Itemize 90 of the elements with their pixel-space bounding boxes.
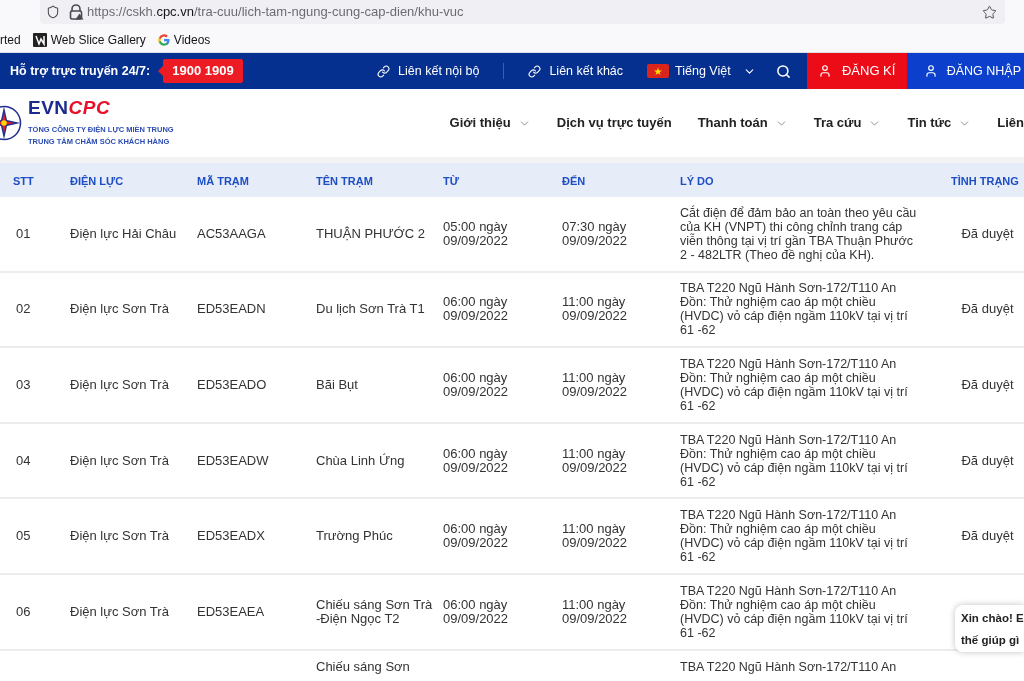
column-header: LÝ DO (680, 175, 714, 187)
table-cell-text: 06 (15, 604, 32, 619)
chat-bubble[interactable]: Xin chào! E thế giúp gì (955, 605, 1024, 652)
table-cell-text: 11:00 ngày 09/09/2022 (562, 597, 629, 626)
web-slice-icon (32, 32, 47, 47)
table-cell-text: TBA T220 Ngũ Hành Sơn-172/T110 An Đồn: Thử nghiệm cao áp một chiều (HVDC) vỏ cáp điện ngầm 110kV tại vị trí 61 -62 (680, 508, 909, 565)
table-cell-text: TBA T220 Ngũ Hành Sơn-172/T110 An Đồn: Thử nghiệm cao áp một chiều (HVDC) vỏ cáp điện ngầm 110kV tại vị trí 61 -62 (680, 357, 909, 413)
lock-warning-icon (69, 4, 84, 20)
table-cell-text: 06:00 ngày 09/09/2022 (443, 446, 510, 475)
table-cell-text: Điện lực Sơn Trà (70, 302, 170, 317)
table-cell-text: 01 (15, 226, 32, 241)
table-cell-text: Điện lực Sơn Trà (70, 529, 170, 544)
table-cell-text: Bãi Bụt (316, 378, 359, 392)
table-cell-text: 05 (15, 529, 32, 544)
table-cell: Đã duyệt (961, 453, 1014, 468)
table-cell-text: ED53EADW (197, 453, 270, 468)
support-label: Hỗ trợ trực truyến 24/7: (10, 62, 151, 80)
column-header: MÃ TRẠM (197, 175, 249, 187)
table-cell-text: 06:00 ngày 09/09/2022 (443, 371, 510, 399)
table-cell-text: TBA T220 Ngũ Hành Sơn-172/T110 An (680, 659, 898, 674)
table-cell-text: Điện lực Sơn Trà (70, 604, 170, 619)
top-link[interactable]: Liên kết nội bộ (377, 61, 480, 81)
table-cell-text: 05:00 ngày 09/09/2022 (443, 219, 510, 248)
table-cell-text: Điện lực Sơn Trà (70, 378, 170, 392)
user-icon (923, 64, 938, 78)
logo-icon (0, 105, 22, 141)
table-cell-text: 11:00 ngày 09/09/2022 (562, 446, 629, 475)
table-cell-text: AC53AAGA (197, 226, 267, 241)
table-cell-text: 03 (15, 378, 32, 392)
column-header: TỪ (443, 175, 459, 187)
shield-icon[interactable] (46, 5, 60, 19)
bookmark-star-icon[interactable] (982, 4, 997, 20)
table-cell-text: 06:00 ngày 09/09/2022 (443, 522, 510, 551)
bookmark-link[interactable]: rted (0, 30, 21, 49)
address-bar[interactable]: https://cskh.cpc.vn/tra-cuu/lich-tam-ngung-cung-cap-dien/khu-vuc (40, 0, 1005, 24)
search-icon[interactable] (775, 63, 791, 79)
nav-item[interactable]: Giới thiệu (449, 113, 531, 133)
top-link[interactable]: Liên kết khác (528, 61, 624, 81)
column-header: TÌNH TRẠNG (951, 175, 1019, 187)
table-cell-text: 02 (15, 302, 32, 317)
register-button[interactable]: ĐĂNG KÍ (806, 53, 907, 89)
column-header: ĐẾN (562, 175, 586, 187)
brand-name[interactable]: EVNCPC (28, 98, 174, 118)
table-cell: Đã duyệt (961, 226, 1014, 241)
table-cell-text: 04 (15, 453, 32, 468)
flag-icon (647, 64, 670, 78)
badge-pointer-icon (158, 66, 164, 76)
column-header: ĐIỆN LỰC (70, 175, 124, 187)
nav-item[interactable]: Liên (997, 113, 1024, 133)
table-cell-text: 11:00 ngày 09/09/2022 (562, 295, 629, 324)
table-cell-text: 11:00 ngày 09/09/2022 (562, 371, 629, 399)
user-icon (817, 64, 832, 78)
table-cell-text: THUẬN PHƯỚC 2 (316, 226, 426, 241)
table-cell-text: ED53EADX (197, 529, 266, 544)
table-cell: Đã duyệt (961, 378, 1014, 392)
table-cell-text: Chùa Linh Ứng (316, 453, 406, 468)
link-icon (528, 64, 542, 78)
table-cell-text: Điện lực Hải Châu (70, 226, 178, 241)
nav-item[interactable]: Tra cứu (813, 113, 882, 133)
table-cell-text: TBA T220 Ngũ Hành Sơn-172/T110 An Đồn: Thử nghiệm cao áp một chiều (HVDC) vỏ cáp điện ngầm 110kV tại vị trí 61 -62 (680, 432, 909, 489)
bookmark-link[interactable]: Videos (157, 30, 211, 49)
hotline-number[interactable]: 1900 1909 (163, 59, 243, 83)
chat-message: Xin chào! E thế giúp gì (961, 610, 1024, 648)
nav-item[interactable]: Dịch vụ trực tuyến (556, 113, 672, 133)
g-logo-icon (157, 33, 170, 46)
table-cell-text: TBA T220 Ngũ Hành Sơn-172/T110 An Đồn: Thử nghiệm cao áp một chiều (HVDC) vỏ cáp điện ngầm 110kV tại vị trí 61 -62 (680, 281, 909, 338)
table-cell-text: 06:00 ngày 09/09/2022 (443, 597, 510, 626)
column-header: TÊN TRẠM (316, 175, 373, 187)
table-cell-text: 06:00 ngày 09/09/2022 (443, 295, 510, 324)
table-cell-text: 11:00 ngày 09/09/2022 (562, 522, 629, 551)
table-cell: Đã duyệt (961, 529, 1014, 544)
table-cell-text: ED53EADN (197, 302, 267, 317)
login-button[interactable]: ĐĂNG NHẬP (906, 53, 1024, 89)
table-cell: Đã duyệt (961, 302, 1014, 317)
link-icon (377, 64, 391, 78)
table-cell-text: Trường Phúc (316, 529, 394, 544)
table-cell-text: ED53EADO (197, 378, 268, 392)
bookmark-link[interactable]: Web Slice Gallery (32, 30, 146, 49)
nav-item[interactable]: Thanh toán (697, 113, 788, 133)
table-cell: Chiếu sáng Sơn Trà -Điện Ngọc T2 (316, 597, 434, 626)
table-cell-text: TBA T220 Ngũ Hành Sơn-172/T110 An Đồn: Thử nghiệm cao áp một chiều (HVDC) vỏ cáp điện ngầm 110kV tại vị trí 61 -62 (680, 583, 909, 640)
table-cell-text: Du lịch Sơn Trà T1 (316, 302, 426, 317)
table-cell-text: ED53EAEA (197, 604, 266, 619)
nav-item[interactable]: Tin tức (907, 113, 972, 133)
language-select[interactable]: Tiếng Việt (647, 61, 756, 81)
table-cell-text: Cắt điện để đảm bảo an toàn theo yêu cầu của KH (VNPT) thi công chỉnh trang cáp viễn thông tại vị trí gần TBA Thuận Phước 2 - 482LTR (Theo đề nghị của KH). (680, 205, 918, 262)
table-cell-text: 07:30 ngày 09/09/2022 (562, 219, 629, 248)
column-header: STT (13, 175, 34, 187)
table-cell-text: Điện lực Sơn Trà (70, 453, 170, 468)
table-cell-text: Chiếu sáng Sơn (316, 659, 411, 674)
